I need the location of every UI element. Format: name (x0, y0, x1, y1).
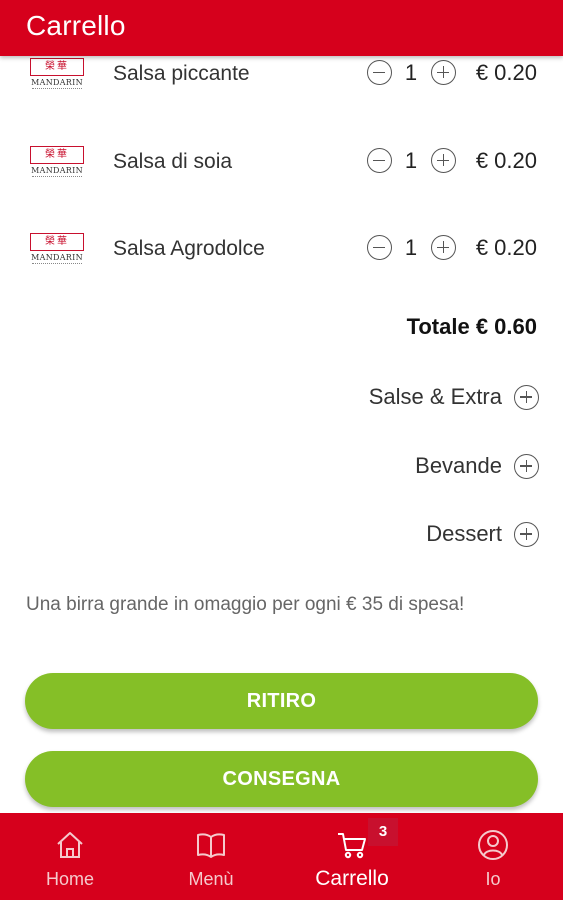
cart-item: 榮華 MANDARIN Salsa di soia 1 € 0.20 (0, 142, 563, 182)
nav-label: Home (45, 869, 94, 889)
page-title: Carrello (26, 10, 126, 41)
plus-circle-icon[interactable] (514, 384, 539, 410)
increase-quantity-button[interactable] (431, 148, 456, 173)
pickup-button[interactable]: RITIRO (25, 673, 538, 729)
item-name: Salsa Agrodolce (113, 237, 265, 260)
delivery-button[interactable]: CONSEGNA (25, 751, 538, 807)
nav-home[interactable]: Home (0, 813, 140, 900)
category-bevande[interactable]: Bevande (415, 451, 539, 481)
nav-label: Menù (188, 869, 234, 889)
nav-cart[interactable]: Carrello (282, 813, 422, 900)
decrease-quantity-button[interactable] (367, 235, 392, 260)
decrease-quantity-button[interactable] (367, 60, 392, 85)
decrease-quantity-button[interactable] (367, 148, 392, 173)
user-icon (478, 830, 508, 860)
item-price: € 0.20 (475, 235, 537, 260)
category-salse-extra[interactable]: Salse & Extra (369, 382, 539, 412)
cart-count-badge: 3 (368, 818, 398, 846)
mandarin-logo: 榮華 MANDARIN (28, 233, 86, 267)
cart-item: 榮華 MANDARIN Salsa piccante 1 € 0.20 (0, 54, 563, 94)
cart-item: 榮華 MANDARIN Salsa Agrodolce 1 € 0.20 (0, 229, 563, 269)
nav-label: Carrello (315, 867, 389, 890)
promo-message: Una birra grande in omaggio per ogni € 3… (26, 594, 465, 615)
category-label: Dessert (426, 521, 502, 546)
book-icon (197, 833, 225, 858)
mandarin-logo: 榮華 MANDARIN (28, 58, 86, 92)
item-quantity: 1 (404, 60, 418, 85)
item-quantity: 1 (404, 148, 418, 173)
nav-menu[interactable]: Menù (141, 813, 281, 900)
app-header: Carrello (0, 0, 563, 56)
mandarin-logo: 榮華 MANDARIN (28, 146, 86, 180)
item-price: € 0.20 (475, 148, 537, 173)
nav-profile[interactable]: Io (423, 813, 563, 900)
item-quantity: 1 (404, 235, 418, 260)
home-icon (57, 832, 83, 858)
nav-label: Io (485, 869, 501, 889)
cart-total: Totale € 0.60 (406, 314, 537, 339)
category-label: Salse & Extra (368, 384, 502, 409)
increase-quantity-button[interactable] (431, 60, 456, 85)
item-price: € 0.20 (475, 60, 537, 85)
category-label: Bevande (415, 453, 502, 478)
plus-circle-icon[interactable] (514, 453, 539, 479)
item-name: Salsa piccante (113, 62, 250, 85)
plus-circle-icon[interactable] (514, 521, 539, 547)
item-name: Salsa di soia (113, 150, 233, 173)
category-dessert[interactable]: Dessert (426, 519, 539, 549)
bottom-navigation: Home Menù Carrello Io (0, 813, 563, 900)
cart-icon (338, 833, 366, 859)
increase-quantity-button[interactable] (431, 235, 456, 260)
